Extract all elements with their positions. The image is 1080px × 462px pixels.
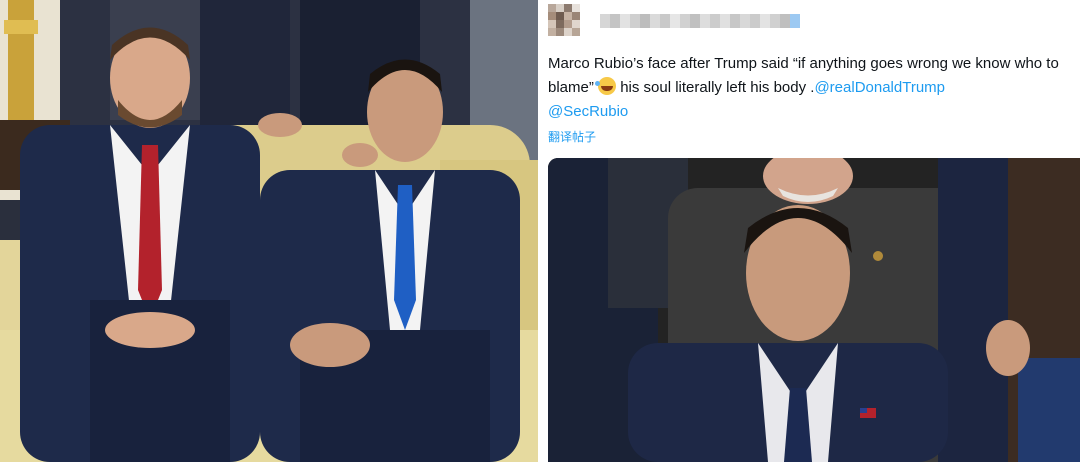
tweet-card[interactable]: Marco Rubio’s face after Trump said “if … (538, 0, 1080, 462)
avatar[interactable] (548, 4, 590, 36)
oval-office-scene (0, 0, 538, 462)
tweet-photo-rubio[interactable] (548, 158, 1080, 462)
translate-post-link[interactable]: 翻译帖子 (548, 128, 596, 145)
mention-secrubio-link[interactable]: @SecRubio (548, 103, 628, 120)
tweet-header (548, 4, 1068, 38)
username-redacted[interactable] (600, 14, 800, 28)
mention-realdonaldtrump-link[interactable]: @realDonaldTrump (814, 79, 945, 96)
tweet-text: Marco Rubio’s face after Trump said “if … (548, 52, 1073, 124)
rubio-chamber-scene (548, 158, 1080, 462)
tweet-text-tail: his soul literally left his body . (616, 79, 815, 96)
left-photo-oval-office (0, 0, 538, 462)
rolling-on-floor-laughing-emoji-icon (595, 77, 617, 95)
